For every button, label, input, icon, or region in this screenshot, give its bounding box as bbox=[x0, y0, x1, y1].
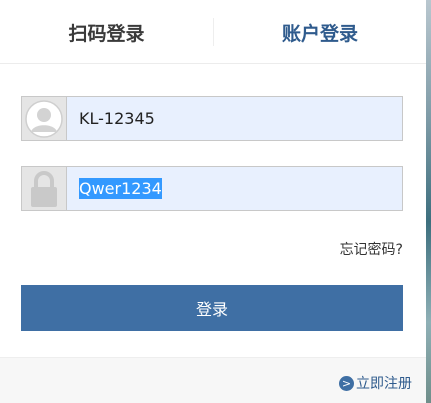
footer: > 立即注册 bbox=[0, 357, 426, 403]
arrow-right-circle-icon: > bbox=[339, 375, 354, 391]
background-strip bbox=[426, 0, 431, 403]
forgot-password-link[interactable]: 忘记密码? bbox=[340, 239, 403, 259]
login-button[interactable]: 登录 bbox=[21, 285, 403, 331]
tab-qr-login[interactable]: 扫码登录 bbox=[0, 0, 213, 64]
user-avatar-icon bbox=[22, 97, 67, 140]
lock-icon bbox=[22, 167, 67, 210]
register-link-label: 立即注册 bbox=[356, 376, 412, 392]
password-field[interactable]: Qwer1234 bbox=[21, 166, 403, 211]
username-field[interactable]: KL-12345 bbox=[21, 96, 403, 141]
password-selected-text: Qwer1234 bbox=[79, 178, 162, 199]
tab-account-login[interactable]: 账户登录 bbox=[214, 0, 426, 64]
register-link[interactable]: > 立即注册 bbox=[339, 373, 412, 393]
login-tabs: 扫码登录 账户登录 bbox=[0, 0, 426, 64]
username-input[interactable]: KL-12345 bbox=[67, 97, 402, 140]
password-input[interactable]: Qwer1234 bbox=[67, 167, 402, 210]
